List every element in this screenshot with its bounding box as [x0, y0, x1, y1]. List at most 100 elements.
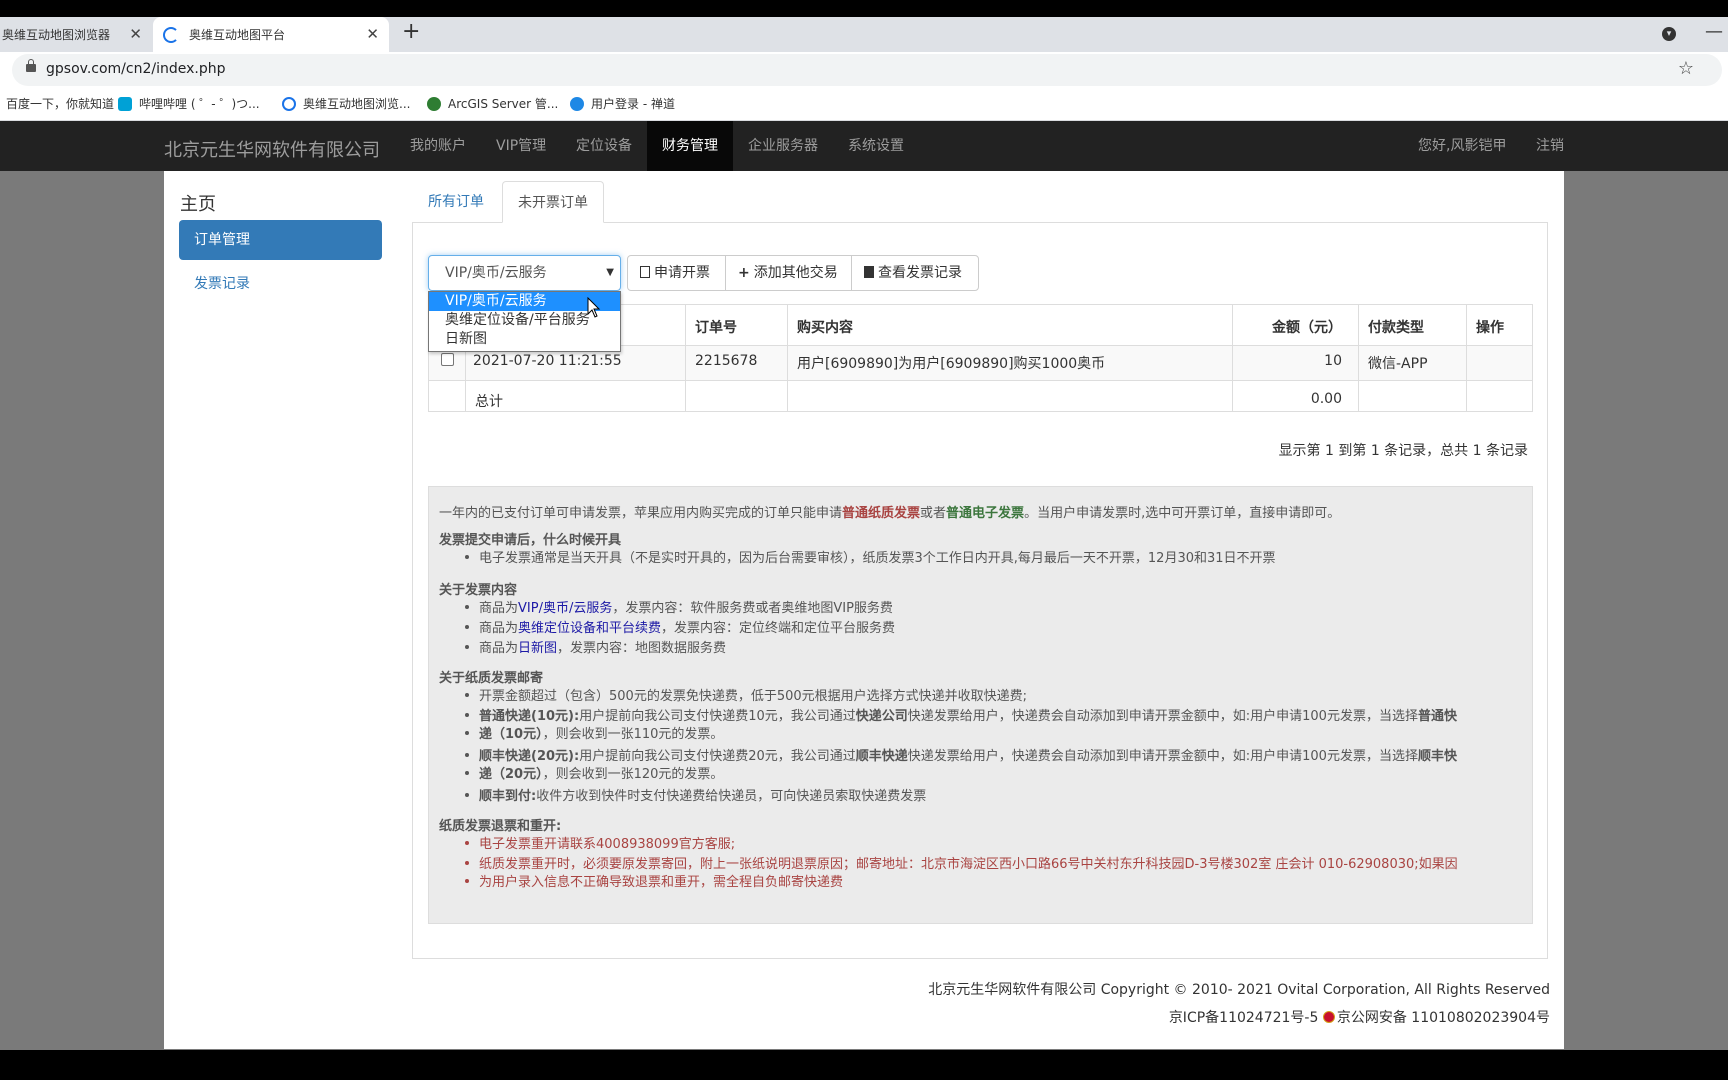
cell-pay-type: 微信-APP — [1368, 356, 1428, 372]
view-invoice-records-button[interactable]: 查看发票记录 — [851, 255, 979, 291]
sidebar-item-orders[interactable]: 订单管理 — [179, 220, 382, 260]
text: 快递发票给用户，快递费会自动添加到申请开票金额中，如:用户申请100元发票，当选… — [907, 709, 1418, 724]
category-select[interactable]: VIP/奥币/云服务 ▼ — [428, 255, 621, 291]
globe-icon — [427, 96, 441, 111]
button-label: 添加其他交易 — [753, 265, 838, 281]
row-checkbox[interactable] — [441, 353, 454, 366]
notes-intro: 一年内的已支付订单可申请发票，苹果应用内购买完成的订单只能申请普通纸质发票或者普… — [439, 502, 1340, 521]
text: 快递发票给用户，快递费会自动添加到申请开票金额中，如:用户申请100元发票，当选… — [907, 749, 1418, 764]
document-icon — [640, 266, 650, 278]
list-item: 商品为VIP/奥币/云服务，发票内容：软件服务费或者奥维地图VIP服务费 — [465, 597, 893, 616]
lock-icon[interactable] — [26, 59, 36, 72]
icp-link[interactable]: 京ICP备11024721号-5 — [1169, 1010, 1319, 1026]
cell-order-no: 2215678 — [695, 353, 758, 369]
close-icon[interactable]: ✕ — [366, 25, 379, 43]
column-header-order-no[interactable]: 订单号 — [695, 317, 737, 337]
list-item: 电子发票重开请联系4008938099官方客服; — [464, 833, 735, 852]
column-header-amount[interactable]: 金额（元） — [1272, 317, 1342, 337]
bookmark-label: 百度一下，你就知道 — [6, 97, 115, 111]
logout-link[interactable]: 注销 — [1521, 121, 1579, 171]
text: ，则会收到一张110元的发票。 — [542, 727, 724, 742]
police-record-link[interactable]: 京公网安备 11010802023904号 — [1337, 1010, 1550, 1026]
notes-heading: 关于纸质发票邮寄 — [439, 671, 544, 686]
text: 递（20元） — [479, 767, 543, 782]
bookmark-bilibili[interactable]: 哔哩哔哩 ( ゜- ゜)つ... — [118, 95, 260, 112]
list-item: 顺丰到付:收件方收到快件时支付快递费给快递员，可向快递员索取快递费发票 — [464, 785, 926, 804]
text: ，发票内容：定位终端和定位平台服务费 — [661, 621, 896, 636]
minimize-button[interactable]: — — [1700, 21, 1728, 42]
nav-system-settings[interactable]: 系统设置 — [833, 121, 919, 171]
address-bar[interactable]: gpsov.com/cn2/index.php ☆ — [12, 54, 1722, 86]
nav-vip[interactable]: VIP管理 — [481, 121, 561, 171]
text: 快递公司 — [855, 709, 908, 724]
brand-name[interactable]: 北京元生华网软件有限公司 — [164, 136, 380, 162]
text: 递（10元） — [479, 727, 543, 742]
text: 普通快递(10元): — [479, 709, 580, 724]
pagination-info: 显示第 1 到第 1 条记录，总共 1 条记录 — [1278, 443, 1528, 459]
text: 用户提前向我公司支付快递费10元，我公司通过 — [579, 709, 856, 724]
dropdown-option-rixintu[interactable]: 日新图 — [429, 330, 620, 349]
sidebar-item-invoices[interactable]: 发票记录 — [194, 273, 250, 293]
tab-all-orders[interactable]: 所有订单 — [413, 181, 499, 223]
chevron-down-icon: ▼ — [606, 267, 614, 278]
table-divider — [1358, 305, 1359, 411]
text: ，发票内容：地图数据服务费 — [557, 641, 727, 656]
total-value: 0.00 — [1310, 391, 1342, 407]
user-greeting[interactable]: 您好,风影铠甲 — [1403, 121, 1521, 171]
close-icon[interactable]: ✕ — [129, 25, 142, 43]
bookmark-ovital-browser[interactable]: 奥维互动地图浏览... — [282, 95, 410, 112]
bottom-bar — [0, 1050, 1728, 1080]
bookmark-label: 哔哩哔哩 ( ゜- ゜)つ... — [139, 97, 260, 111]
column-header-content[interactable]: 购买内容 — [797, 317, 853, 337]
list-item-continued: 递（10元），则会收到一张110元的发票。 — [464, 723, 724, 742]
text: 顺丰快递 — [855, 749, 908, 764]
nav-enterprise-server[interactable]: 企业服务器 — [733, 121, 833, 171]
bookmarks-bar: 百度一下，你就知道 哔哩哔哩 ( ゜- ゜)つ... 奥维互动地图浏览... A… — [0, 88, 1728, 121]
text: 顺丰快递(20元): — [479, 749, 580, 764]
nav-location-device[interactable]: 定位设备 — [561, 121, 647, 171]
highlight: VIP/奥币/云服务 — [518, 601, 613, 616]
zentao-icon — [570, 96, 584, 111]
new-tab-button[interactable]: + — [402, 19, 420, 44]
list-item: 普通快递(10元):用户提前向我公司支付快递费10元，我公司通过快递公司快递发票… — [465, 705, 1457, 724]
highlight: 奥维定位设备和平台续费 — [518, 621, 662, 636]
list-item: 商品为日新图，发票内容：地图数据服务费 — [464, 637, 727, 656]
column-header-pay-type[interactable]: 付款类型 — [1368, 317, 1424, 337]
bookmark-zentao[interactable]: 用户登录 - 禅道 — [570, 95, 675, 112]
notes-heading: 关于发票内容 — [439, 583, 518, 598]
highlight: 日新图 — [518, 641, 558, 656]
column-header-action: 操作 — [1476, 320, 1504, 336]
text: ，则会收到一张120元的发票。 — [542, 767, 724, 782]
table-divider — [1232, 305, 1233, 411]
bookmark-label: ArcGIS Server 管... — [448, 97, 559, 111]
bookmark-arcgis[interactable]: ArcGIS Server 管... — [427, 95, 558, 112]
tab-search-icon[interactable]: ▾ — [1662, 27, 1676, 41]
nav-finance[interactable]: 财务管理 — [647, 121, 733, 171]
cell-content: 用户[6909890]为用户[6909890]购买1000奥币 — [797, 356, 1106, 372]
cell-amount: 10 — [1324, 353, 1342, 369]
ovital-icon — [282, 96, 296, 111]
url-text[interactable]: gpsov.com/cn2/index.php — [46, 61, 226, 77]
browser-tab-1[interactable]: 奥维互动地图浏览器 ✕ — [0, 17, 152, 52]
list-item: 顺丰快递(20元):用户提前向我公司支付快递费20元，我公司通过顺丰快递快递发票… — [465, 745, 1457, 764]
bookmark-star-icon[interactable]: ☆ — [1678, 58, 1694, 79]
table-divider — [1466, 305, 1467, 411]
browser-tab-title: 奥维互动地图浏览器 — [2, 28, 111, 42]
highlight-paper-invoice: 普通纸质发票 — [842, 506, 921, 521]
tab-bar: 奥维互动地图浏览器 ✕ 奥维互动地图平台 ✕ + ▾ — — [0, 17, 1728, 52]
select-value: VIP/奥币/云服务 — [445, 265, 547, 281]
text: 顺丰到付: — [479, 789, 537, 804]
total-label: 总计 — [475, 394, 503, 410]
invoice-notes: 一年内的已支付订单可申请发票，苹果应用内购买完成的订单只能申请普通纸质发票或者普… — [428, 486, 1533, 924]
nav-my-account[interactable]: 我的账户 — [395, 121, 481, 171]
mouse-cursor-icon — [587, 297, 601, 318]
tab-unbilled-orders[interactable]: 未开票订单 — [502, 181, 604, 223]
apply-invoice-button[interactable]: 申请开票 — [627, 255, 726, 291]
bookmark-baidu[interactable]: 百度一下，你就知道 — [6, 95, 114, 112]
browser-tab-2[interactable]: 奥维互动地图平台 ✕ — [153, 17, 389, 52]
browser-tab-title: 奥维互动地图平台 — [189, 28, 286, 42]
text: 或者 — [920, 506, 947, 521]
site-navbar: 北京元生华网软件有限公司 我的账户 VIP管理 定位设备 财务管理 企业服务器 … — [0, 121, 1728, 171]
list-item-continued: 递（20元），则会收到一张120元的发票。 — [464, 763, 724, 782]
add-transaction-button[interactable]: + 添加其他交易 — [725, 255, 852, 291]
